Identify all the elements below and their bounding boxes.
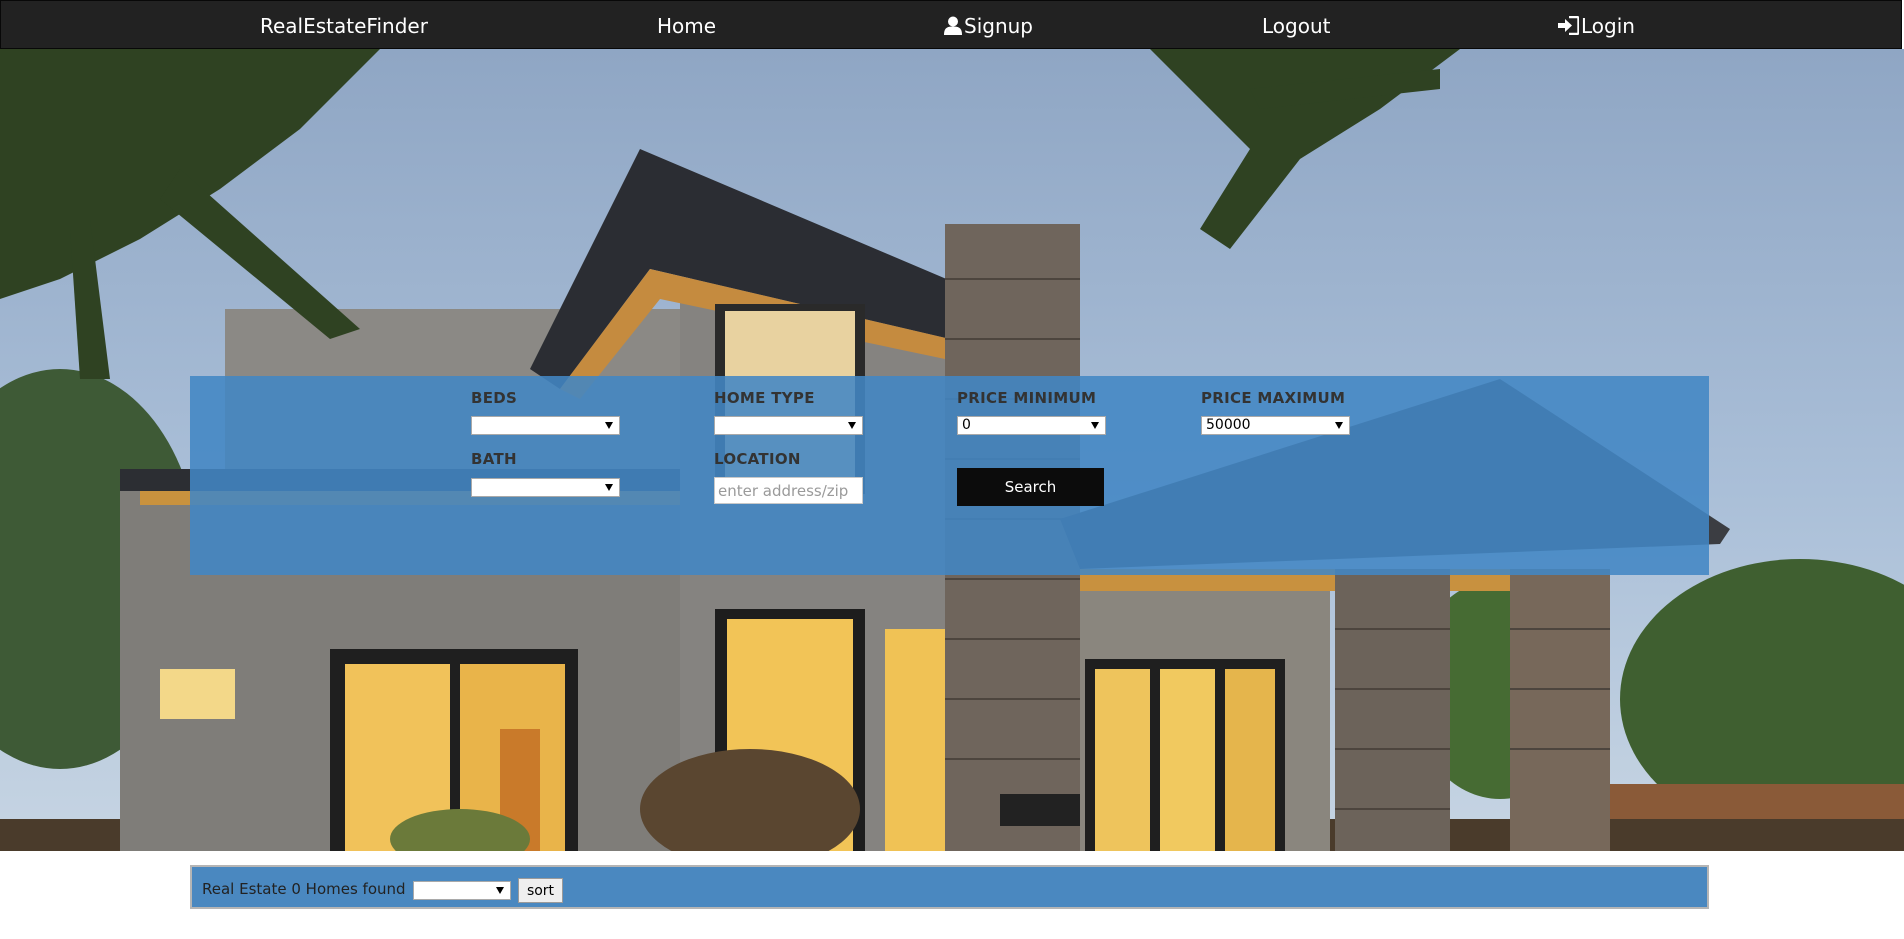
price-minimum-select[interactable]: 0 [957,416,1106,435]
results-bar: Real Estate 0 Homes found sort [190,865,1709,909]
nav-home-link[interactable]: Home [657,14,716,38]
user-icon [944,16,962,35]
search-panel [190,376,1709,575]
bath-label: BATH [471,450,517,468]
price-minimum-select-value: 0 [962,417,971,433]
nav-logout-link[interactable]: Logout [1262,14,1330,38]
nav-login-label: Login [1581,14,1635,38]
sort-button[interactable]: sort [518,878,563,903]
nav-signup-label: Signup [964,14,1033,38]
nav-login-link[interactable]: Login [1557,14,1635,38]
nav-signup-link[interactable]: Signup [944,14,1033,38]
chevron-down-icon [605,484,613,491]
home-type-select[interactable] [714,416,863,435]
chevron-down-icon [1091,422,1099,429]
price-maximum-select-value: 50000 [1206,417,1251,433]
bath-select[interactable] [471,478,620,497]
chevron-down-icon [848,422,856,429]
results-summary: Real Estate 0 Homes found [202,880,406,898]
search-button[interactable]: Search [957,468,1104,506]
sort-select[interactable] [413,881,511,900]
log-in-icon [1558,16,1579,35]
price-maximum-select[interactable]: 50000 [1201,416,1350,435]
location-input[interactable] [714,477,863,504]
chevron-down-icon [1335,422,1343,429]
home-type-label: HOME TYPE [714,389,815,407]
beds-label: BEDS [471,389,518,407]
brand-link[interactable]: RealEstateFinder [260,14,428,38]
price-minimum-label: PRICE MINIMUM [957,389,1097,407]
chevron-down-icon [496,887,504,894]
beds-select[interactable] [471,416,620,435]
chevron-down-icon [605,422,613,429]
price-maximum-label: PRICE MAXIMUM [1201,389,1346,407]
location-label: LOCATION [714,450,801,468]
top-navbar: RealEstateFinder Home Signup Logout Logi… [0,0,1902,49]
